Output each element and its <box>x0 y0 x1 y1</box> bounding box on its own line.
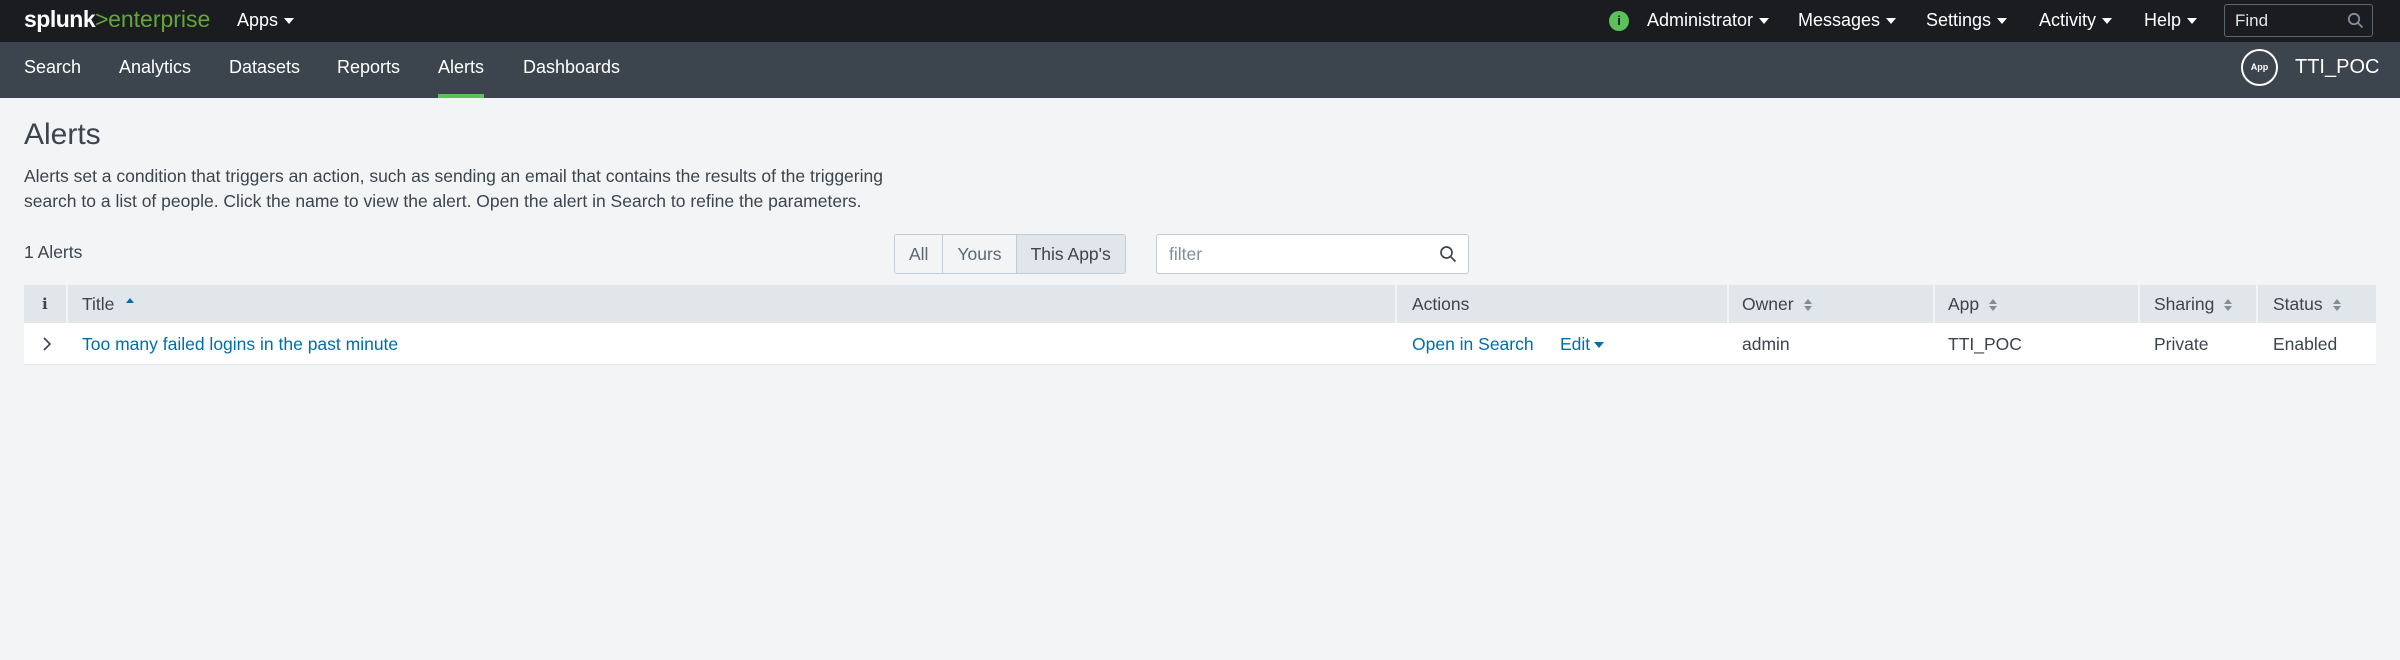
column-divider <box>2138 285 2140 323</box>
sort-ascending-icon <box>126 297 135 303</box>
help-menu[interactable]: Help <box>2144 10 2198 31</box>
logo-brand: splunk <box>24 6 96 32</box>
app-cell: TTI_POC <box>1948 334 2022 354</box>
title-column-header[interactable]: Title <box>82 285 135 323</box>
logo-gt: > <box>95 6 109 32</box>
title-header-label: Title <box>82 294 115 314</box>
caret-down-icon <box>1997 18 2008 25</box>
activity-menu-label: Activity <box>2039 10 2097 30</box>
find-input[interactable] <box>2225 5 2345 36</box>
caret-down-icon <box>2187 18 2198 25</box>
caret-down-icon <box>1759 18 1770 25</box>
app-icon: App <box>2241 49 2278 86</box>
tab-reports[interactable]: Reports <box>337 57 400 78</box>
chevron-right-icon[interactable] <box>42 337 52 356</box>
app-header-label: App <box>1948 294 1980 314</box>
filter-box <box>1156 234 1469 274</box>
active-tab-indicator <box>438 94 484 98</box>
alert-title-link[interactable]: Too many failed logins in the past minut… <box>82 323 398 365</box>
search-icon[interactable] <box>2347 12 2364 34</box>
owner-cell: admin <box>1742 334 1790 354</box>
column-divider <box>1395 285 1397 323</box>
settings-menu-label: Settings <box>1926 10 1992 30</box>
column-divider <box>66 285 68 323</box>
caret-down-icon <box>2102 18 2113 25</box>
owner-column-header[interactable]: Owner <box>1742 285 1812 323</box>
sort-icon <box>1989 299 1998 312</box>
sharing-header-label: Sharing <box>2154 294 2215 314</box>
scope-this-app-button[interactable]: This App's <box>1016 235 1125 273</box>
caret-down-icon <box>1886 18 1897 25</box>
scope-yours-button[interactable]: Yours <box>943 235 1017 273</box>
sharing-cell: Private <box>2154 334 2209 354</box>
app-column-header[interactable]: App <box>1948 285 1998 323</box>
scope-all-button[interactable]: All <box>895 235 944 273</box>
page-title: Alerts <box>24 118 101 151</box>
tab-datasets[interactable]: Datasets <box>229 57 300 78</box>
user-menu[interactable]: Administrator <box>1647 10 1770 31</box>
app-name: TTI_POC <box>2295 56 2380 78</box>
info-column-header: i <box>42 295 48 313</box>
sort-icon <box>2332 299 2341 312</box>
messages-menu-label: Messages <box>1798 10 1881 30</box>
user-menu-label: Administrator <box>1647 10 1754 30</box>
sort-icon <box>2224 299 2233 312</box>
scope-filter: All Yours This App's <box>894 234 1126 274</box>
logo-product: enterprise <box>108 6 211 32</box>
owner-header-label: Owner <box>1742 294 1794 314</box>
filter-input[interactable] <box>1157 235 1427 273</box>
apps-menu[interactable]: Apps <box>237 10 295 31</box>
app-bar: Search Analytics Datasets Reports Alerts… <box>0 42 2400 98</box>
open-in-search-link[interactable]: Open in Search <box>1412 323 1534 365</box>
column-divider <box>1933 285 1935 323</box>
apps-menu-label: Apps <box>237 10 279 30</box>
messages-menu[interactable]: Messages <box>1798 10 1897 31</box>
info-icon[interactable]: i <box>1609 11 1629 31</box>
tab-analytics[interactable]: Analytics <box>119 57 191 78</box>
top-bar: splunk>enterprise Apps i Administrator M… <box>0 0 2400 42</box>
tab-dashboards[interactable]: Dashboards <box>523 57 620 78</box>
table-header: i Title Actions Owner App Sharing Status <box>24 285 2376 323</box>
find-box <box>2224 4 2373 37</box>
actions-column-header: Actions <box>1412 294 1470 314</box>
table-row: Too many failed logins in the past minut… <box>24 323 2376 365</box>
status-column-header[interactable]: Status <box>2273 285 2341 323</box>
status-cell: Enabled <box>2273 334 2338 354</box>
caret-down-icon <box>284 18 295 25</box>
help-menu-label: Help <box>2144 10 2182 30</box>
edit-menu[interactable]: Edit <box>1560 323 1605 365</box>
status-header-label: Status <box>2273 294 2323 314</box>
splunk-logo[interactable]: splunk>enterprise <box>24 6 210 33</box>
sharing-column-header[interactable]: Sharing <box>2154 285 2233 323</box>
settings-menu[interactable]: Settings <box>1926 10 2008 31</box>
tab-alerts[interactable]: Alerts <box>438 57 484 78</box>
caret-down-icon <box>1594 342 1605 349</box>
edit-menu-label: Edit <box>1560 334 1591 354</box>
search-icon[interactable] <box>1439 245 1457 268</box>
alert-count: 1 Alerts <box>24 242 83 262</box>
sort-icon <box>1803 299 1812 312</box>
column-divider <box>2256 285 2258 323</box>
page-description: Alerts set a condition that triggers an … <box>24 166 883 211</box>
activity-menu[interactable]: Activity <box>2039 10 2113 31</box>
column-divider <box>1727 285 1729 323</box>
tab-search[interactable]: Search <box>24 57 81 78</box>
